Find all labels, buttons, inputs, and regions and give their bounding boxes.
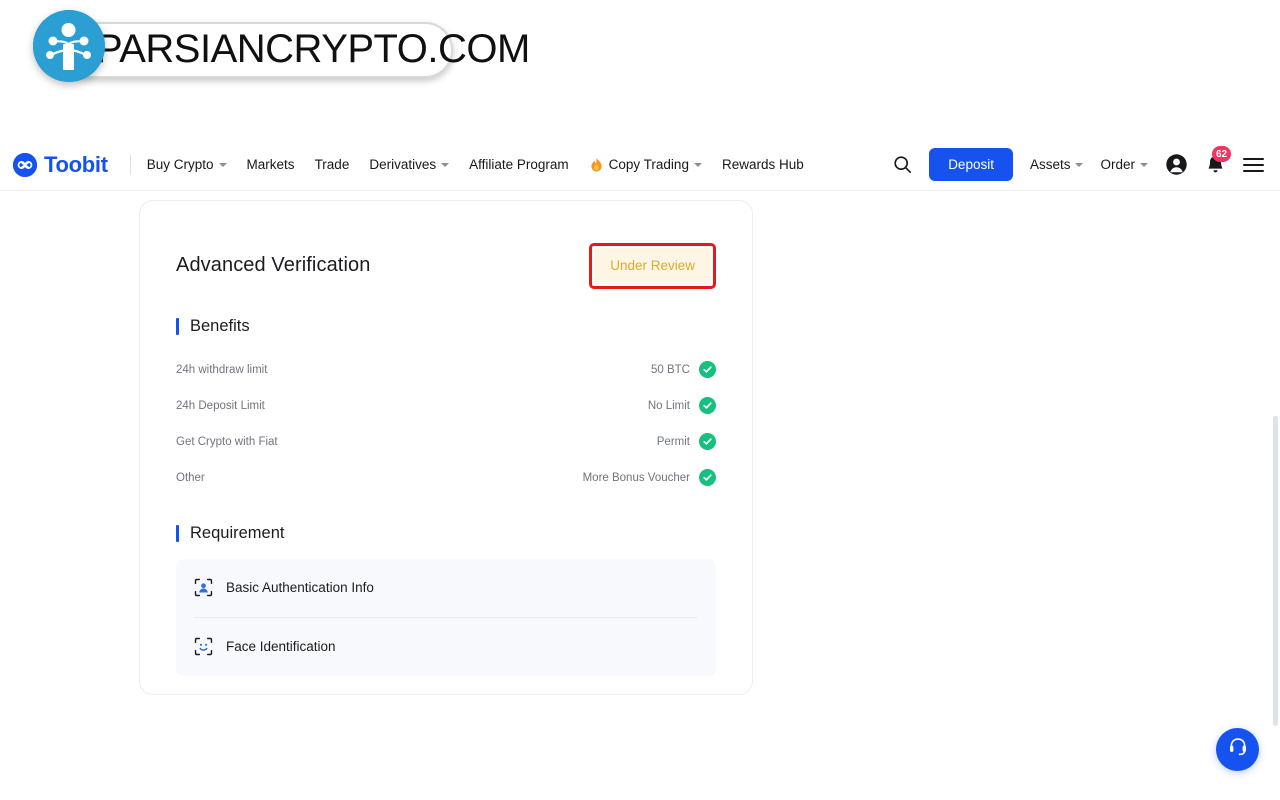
benefit-row: Other More Bonus Voucher [176,460,716,496]
benefit-value-group: Permit [657,433,716,450]
requirement-row-basic-authentication-info[interactable]: Basic Authentication Info [194,559,698,617]
headset-support-icon [1226,735,1250,764]
nav-label: Affiliate Program [469,157,569,172]
card-header: Advanced Verification Under Review [140,201,752,289]
toobit-logo-icon [13,152,37,177]
id-scan-person-icon [194,578,213,597]
requirement-list: Basic Authentication Info Face Identific… [176,558,716,676]
nav-item-rewards-hub[interactable]: Rewards Hub [722,157,804,172]
section-accent-bar [176,524,179,542]
watermark-text: PARSIANCRYPTO.COM [96,27,530,71]
nav-item-markets[interactable]: Markets [247,157,295,172]
benefit-value: 50 BTC [651,363,690,376]
chevron-down-icon [1075,162,1084,167]
benefit-label: 24h withdraw limit [176,363,268,376]
requirement-label: Face Identification [226,639,336,654]
notification-bell-icon[interactable]: 62 [1205,146,1232,175]
requirement-heading: Requirement [190,523,285,542]
requirement-label: Basic Authentication Info [226,580,374,595]
nav-label: Order [1100,157,1135,172]
benefits-list: 24h withdraw limit 50 BTC 24h Deposit Li… [176,352,716,496]
nav-item-affiliate-program[interactable]: Affiliate Program [469,157,569,172]
nav-item-trade[interactable]: Trade [315,157,350,172]
nav-item-copy-trading[interactable]: Copy Trading [589,157,702,173]
check-circle-icon [699,433,716,450]
page-title: Advanced Verification [176,254,371,277]
nav-label: Copy Trading [608,157,689,172]
support-chat-button[interactable] [1216,728,1259,771]
brand-name-label: Toobit [44,151,108,177]
menu-line [1243,163,1264,166]
notification-count-badge: 62 [1212,146,1232,162]
benefits-heading: Benefits [190,316,250,335]
benefit-value: No Limit [647,399,690,412]
nav-label: Derivatives [369,157,437,172]
check-circle-icon [699,361,716,378]
chevron-down-icon [1140,162,1148,167]
toobit-brand-logo[interactable]: Toobit [13,152,108,178]
benefit-value: Permit [656,435,690,448]
benefit-label: 24h Deposit Limit [176,399,265,412]
top-navigation-bar: Toobit Buy Crypto Markets Trade Derivati… [0,139,1280,191]
benefit-label: Other [176,471,205,484]
hamburger-menu-icon[interactable] [1243,157,1264,172]
benefit-value: More Bonus Voucher [582,471,690,484]
crypto-tree-logo-icon [33,10,105,82]
nav-item-buy-crypto[interactable]: Buy Crypto [147,157,227,172]
page-content: Advanced Verification Under Review Benef… [0,191,1280,800]
chevron-down-icon [441,162,450,167]
nav-item-order[interactable]: Order [1100,157,1148,172]
requirement-row-face-identification[interactable]: Face Identification [194,618,698,676]
check-circle-icon [699,469,716,486]
benefit-row: 24h Deposit Limit No Limit [176,388,716,424]
menu-line [1243,169,1264,172]
scrollbar-thumb[interactable] [1273,416,1278,726]
flame-icon [589,157,604,173]
benefit-value-group: More Bonus Voucher [583,469,716,486]
primary-nav-links: Buy Crypto Markets Trade Derivatives Aff… [147,157,804,173]
nav-item-assets[interactable]: Assets [1030,157,1084,172]
nav-label: Markets [246,157,295,172]
benefit-value-group: No Limit [648,397,716,414]
site-watermark: PARSIANCRYPTO.COM [8,2,530,107]
benefit-row: 24h withdraw limit 50 BTC [176,352,716,388]
nav-item-derivatives[interactable]: Derivatives [369,157,450,172]
benefit-value-group: 50 BTC [651,361,716,378]
requirement-section-header: Requirement [176,524,752,543]
deposit-button[interactable]: Deposit [929,148,1013,181]
page-scrollbar[interactable] [1272,191,1280,800]
benefit-row: Get Crypto with Fiat Permit [176,424,716,460]
user-avatar-icon[interactable] [1165,153,1188,176]
status-highlight-box: Under Review [589,243,716,289]
navbar-divider [129,154,131,175]
benefits-section-header: Benefits [176,317,752,336]
chevron-down-icon [693,162,702,167]
check-circle-icon [699,397,716,414]
chevron-down-icon [218,162,227,167]
status-badge: Under Review [594,248,711,284]
face-scan-icon [194,637,213,656]
menu-line [1243,157,1264,160]
section-accent-bar [176,317,179,335]
nav-label: Buy Crypto [146,157,214,172]
nav-label: Trade [314,157,350,172]
benefit-label: Get Crypto with Fiat [176,435,278,448]
nav-label: Rewards Hub [721,157,804,172]
search-icon[interactable] [893,155,912,174]
advanced-verification-card: Advanced Verification Under Review Benef… [139,200,753,695]
navbar-actions: Deposit Assets Order 62 [893,146,1264,181]
nav-label: Assets [1029,157,1071,172]
